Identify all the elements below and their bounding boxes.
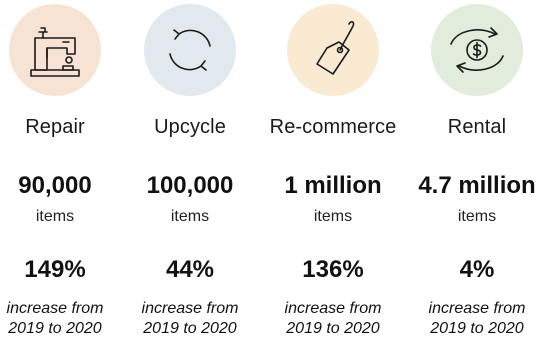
item-count: 1 million — [284, 172, 382, 199]
growth-description-line2: 2019 to 2020 — [430, 320, 524, 337]
price-tag-icon — [316, 21, 355, 75]
growth-description-line2: 2019 to 2020 — [8, 320, 102, 337]
growth-description-line1: increase from — [6, 300, 104, 317]
growth-percent: 136% — [302, 256, 364, 283]
growth-description-line1: increase from — [428, 300, 526, 317]
item-count: 90,000 — [18, 172, 92, 199]
growth-description-line1: increase from — [141, 300, 239, 317]
growth-description: increase from 2019 to 2020 — [264, 299, 402, 339]
category-label: Repair — [25, 116, 85, 138]
item-unit: items — [35, 208, 75, 225]
item-count: 4.7 million — [418, 172, 536, 199]
icon-circle — [431, 4, 523, 96]
item-unit: items — [170, 208, 210, 225]
growth-description-line2: 2019 to 2020 — [143, 320, 237, 337]
icon-circle — [287, 4, 379, 96]
growth-description: increase from 2019 to 2020 — [0, 299, 124, 339]
category-label: Upcycle — [154, 116, 226, 138]
growth-description-line1: increase from — [284, 300, 382, 317]
growth-percent: 4% — [459, 256, 495, 283]
growth-description: increase from 2019 to 2020 — [121, 299, 259, 339]
dollar-exchange-icon — [450, 27, 504, 73]
growth-percent: 149% — [24, 256, 86, 283]
growth-description: increase from 2019 to 2020 — [408, 299, 544, 339]
sewing-machine-icon — [30, 27, 80, 77]
item-unit: items — [313, 208, 353, 225]
category-label: Rental — [447, 116, 507, 138]
growth-percent: 44% — [165, 256, 215, 283]
icon-circle — [144, 4, 236, 96]
item-unit: items — [457, 208, 497, 225]
item-count: 100,000 — [146, 172, 234, 199]
icon-circle — [9, 4, 101, 96]
refresh-cycle-icon — [169, 29, 211, 71]
growth-description-line2: 2019 to 2020 — [286, 320, 380, 337]
category-label: Re-commerce — [269, 116, 397, 138]
